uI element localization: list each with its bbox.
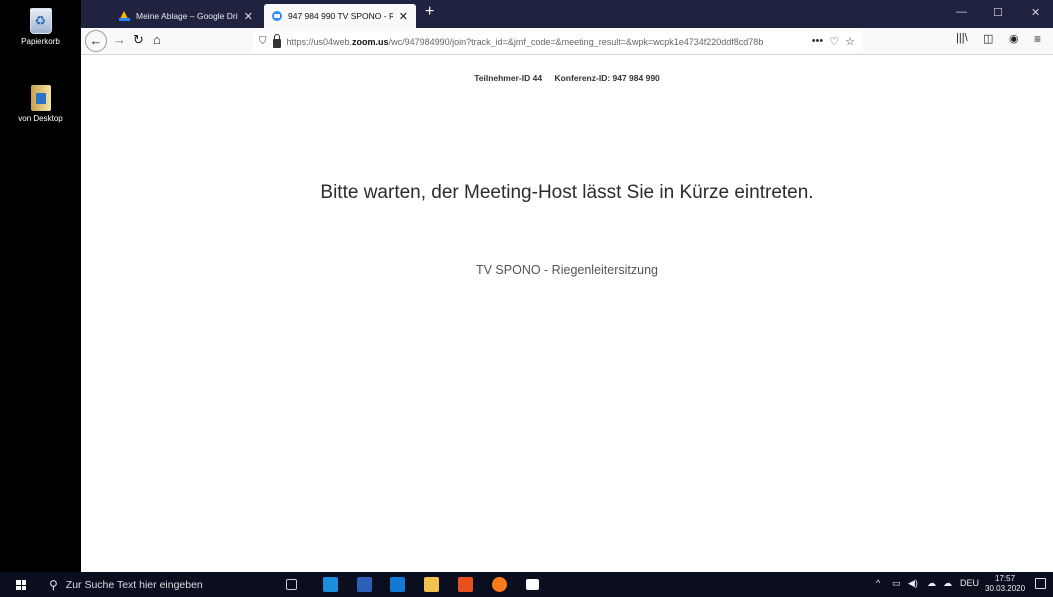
meeting-meta: Teilnehmer-ID 44 Konferenz-ID: 947 984 9… [81, 73, 1053, 83]
google-drive-icon [119, 11, 130, 21]
word-icon[interactable] [357, 577, 372, 592]
battery-icon[interactable]: ▭ [892, 578, 901, 589]
office-icon[interactable] [458, 577, 473, 592]
tab-strip: Meine Ablage – Google Drive ✕ 947 984 99… [81, 0, 1053, 28]
library-icon[interactable]: |||\ [956, 32, 968, 44]
clock[interactable]: 17:57 30.03.2020 [985, 574, 1025, 594]
home-icon[interactable]: ⌂ [153, 32, 161, 47]
navigation-toolbar: ← → ↻ ⌂ ⛉ https://us04web.zoom.us/wc/947… [81, 28, 1053, 55]
desktop-area: Papierkorb von Desktop [0, 0, 81, 572]
page-actions-icon[interactable]: ••• [812, 35, 824, 48]
show-hidden-icons-icon[interactable]: ^ [876, 578, 880, 588]
pocket-icon[interactable]: ♡ [829, 35, 839, 48]
tab-label: 947 984 990 TV SPONO - Riege [288, 11, 393, 21]
maximize-icon[interactable]: ☐ [993, 6, 1003, 19]
close-tab-icon[interactable]: ✕ [399, 10, 408, 23]
file-icon [30, 85, 51, 111]
clock-date: 30.03.2020 [985, 584, 1026, 593]
back-icon[interactable]: ← [85, 30, 107, 52]
cloud-icon[interactable]: ☁ [927, 578, 936, 589]
camera-icon[interactable] [526, 579, 539, 590]
forward-icon[interactable]: → [113, 32, 126, 47]
browser-window: Meine Ablage – Google Drive ✕ 947 984 99… [81, 0, 1053, 572]
reload-icon[interactable]: ↻ [133, 32, 144, 48]
file-explorer-icon[interactable] [424, 577, 439, 592]
url-bar[interactable]: ⛉ https://us04web.zoom.us/wc/947984990/j… [253, 31, 863, 52]
conference-id: Konferenz-ID: 947 984 990 [554, 73, 660, 83]
waiting-message: Bitte warten, der Meeting-Host lässt Sie… [320, 182, 814, 203]
task-view-icon[interactable] [286, 579, 297, 590]
search-placeholder: Zur Suche Text hier eingeben [65, 578, 203, 591]
bookmark-star-icon[interactable]: ☆ [845, 35, 855, 48]
shield-icon[interactable]: ⛉ [259, 36, 267, 47]
sidebar-icon[interactable]: ◫ [983, 32, 993, 45]
close-tab-icon[interactable]: ✕ [244, 10, 253, 23]
menu-icon[interactable]: ≡ [1034, 32, 1041, 46]
onedrive-icon[interactable]: ☁ [943, 578, 952, 589]
participant-id: Teilnehmer-ID 44 [474, 73, 543, 83]
lock-icon[interactable] [272, 33, 281, 48]
mail-icon[interactable] [323, 577, 338, 592]
firefox-icon[interactable] [492, 577, 507, 592]
desktop-icon-label: von Desktop [18, 114, 63, 123]
zoom-icon [272, 11, 282, 21]
recycle-bin-icon [29, 8, 52, 34]
new-tab-button[interactable]: + [425, 3, 434, 21]
account-icon[interactable]: ◉ [1009, 32, 1019, 45]
taskbar-search[interactable]: ⚲ Zur Suche Text hier eingeben [39, 572, 279, 597]
taskbar: ⚲ Zur Suche Text hier eingeben ^ ▭ ◀) ☁ … [0, 572, 1053, 597]
desktop-icon-recycle-bin[interactable]: Papierkorb [0, 8, 81, 46]
meeting-title: TV SPONO - Riegenleitersitzung [475, 263, 658, 277]
clock-time: 17:57 [995, 574, 1016, 583]
language-indicator[interactable]: DEU [960, 578, 979, 588]
close-window-icon[interactable]: ✕ [1031, 6, 1040, 19]
desktop-icon-von-desktop[interactable]: von Desktop [0, 85, 81, 123]
outlook-icon[interactable] [390, 577, 405, 592]
minimize-icon[interactable]: — [956, 6, 967, 18]
windows-start-icon[interactable] [16, 580, 26, 590]
page-content: Teilnehmer-ID 44 Konferenz-ID: 947 984 9… [81, 56, 1053, 572]
search-icon: ⚲ [49, 577, 58, 592]
tab-label: Meine Ablage – Google Drive [136, 11, 238, 21]
tab-google-drive[interactable]: Meine Ablage – Google Drive ✕ [111, 4, 261, 28]
tab-zoom-meeting[interactable]: 947 984 990 TV SPONO - Riege ✕ [264, 4, 416, 28]
volume-icon[interactable]: ◀) [908, 578, 918, 589]
desktop-icon-label: Papierkorb [21, 37, 60, 46]
url-text[interactable]: https://us04web.zoom.us/wc/947984990/joi… [287, 37, 806, 47]
notification-icon[interactable] [1035, 578, 1046, 589]
